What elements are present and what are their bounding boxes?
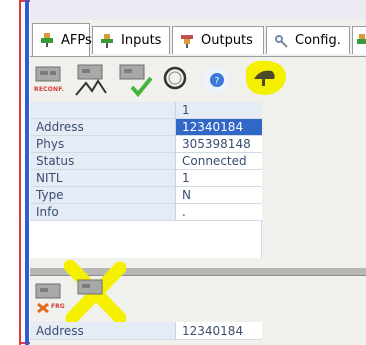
table-row[interactable]: NITL 1 — [30, 170, 262, 187]
config-wrench-icon — [273, 33, 289, 49]
row-value-status[interactable]: Connected — [176, 153, 262, 170]
grid-corner — [30, 102, 176, 119]
lower-toolbar: FRG — [30, 259, 366, 325]
check-button[interactable] — [118, 61, 153, 98]
grid-header-row: 1 — [30, 102, 262, 119]
row-value-nitl[interactable]: 1 — [176, 170, 262, 187]
help-icon: ? — [204, 67, 230, 93]
module-rack-icon — [35, 66, 61, 82]
lower-table-row[interactable]: Address 12340184 — [30, 322, 262, 340]
property-grid: 1 Address 12340184 Phys 305398148 Status… — [30, 102, 262, 258]
lower-row-label-address: Address — [30, 322, 176, 340]
grid-empty-area — [30, 221, 262, 258]
table-row[interactable]: Info . — [30, 204, 262, 221]
frame-border-left — [19, 0, 21, 345]
grid-column-header[interactable]: 1 — [176, 102, 262, 119]
accent-strip — [25, 0, 29, 345]
tab-inputs[interactable]: Inputs — [92, 26, 170, 54]
cap-button[interactable] — [238, 57, 290, 99]
tab-config-label: Config. — [295, 33, 341, 48]
row-label-info: Info — [30, 204, 176, 221]
table-row[interactable]: Phys 305398148 — [30, 136, 262, 153]
tab-outputs-label: Outputs — [201, 33, 253, 48]
refresh-button[interactable] — [162, 63, 188, 93]
highlighted-cross-icon — [63, 259, 127, 325]
route-button[interactable] — [74, 61, 108, 97]
tab-afps-label: AFPs — [61, 32, 92, 48]
output-plug-icon — [179, 33, 195, 49]
tab-config[interactable]: Config. — [266, 26, 350, 54]
table-row[interactable]: Status Connected — [30, 153, 262, 170]
main-panel: AFPs Inputs Outputs Config. RECONF. ? 1 … — [30, 0, 366, 345]
tab-afps[interactable]: AFPs — [32, 23, 92, 56]
toolbar: RECONF. ? — [30, 57, 366, 101]
row-value-phys[interactable]: 305398148 — [176, 136, 262, 153]
frg-button[interactable]: FRG — [34, 282, 66, 316]
tab-strip: AFPs Inputs Outputs Config. — [30, 20, 366, 57]
refresh-ring-icon — [163, 66, 187, 90]
row-value-address[interactable]: 12340184 — [176, 119, 262, 136]
reconf-button[interactable]: RECONF. — [34, 63, 64, 95]
tab-overflow[interactable] — [352, 26, 366, 54]
row-value-info[interactable]: . — [176, 204, 262, 221]
top-band — [30, 0, 366, 20]
row-label-type: Type — [30, 187, 176, 204]
table-row[interactable]: Type N — [30, 187, 262, 204]
row-label-nitl: NITL — [30, 170, 176, 187]
row-label-phys: Phys — [30, 136, 176, 153]
reconf-label: RECONF. — [34, 86, 65, 93]
row-label-address: Address — [30, 119, 176, 136]
table-row[interactable]: Address 12340184 — [30, 119, 262, 136]
row-label-status: Status — [30, 153, 176, 170]
help-button[interactable]: ? — [202, 65, 232, 95]
afp-plug-icon — [39, 32, 55, 48]
highlighted-delete-button[interactable] — [63, 259, 127, 326]
input-plug-icon — [99, 33, 115, 49]
tab-outputs[interactable]: Outputs — [172, 26, 264, 54]
svg-text:?: ? — [215, 77, 220, 87]
module-route-icon — [75, 64, 107, 96]
lower-row-value-address[interactable]: 12340184 — [176, 322, 262, 340]
row-value-type[interactable]: N — [176, 187, 262, 204]
module-check-icon — [119, 64, 153, 98]
module-frg-icon — [35, 283, 61, 314]
frg-label: FRG — [51, 303, 65, 310]
overflow-plug-icon — [355, 33, 366, 49]
tab-inputs-label: Inputs — [121, 33, 162, 48]
highlighted-cap-icon — [246, 60, 286, 95]
app-frame: AFPs Inputs Outputs Config. RECONF. ? 1 … — [0, 0, 366, 345]
